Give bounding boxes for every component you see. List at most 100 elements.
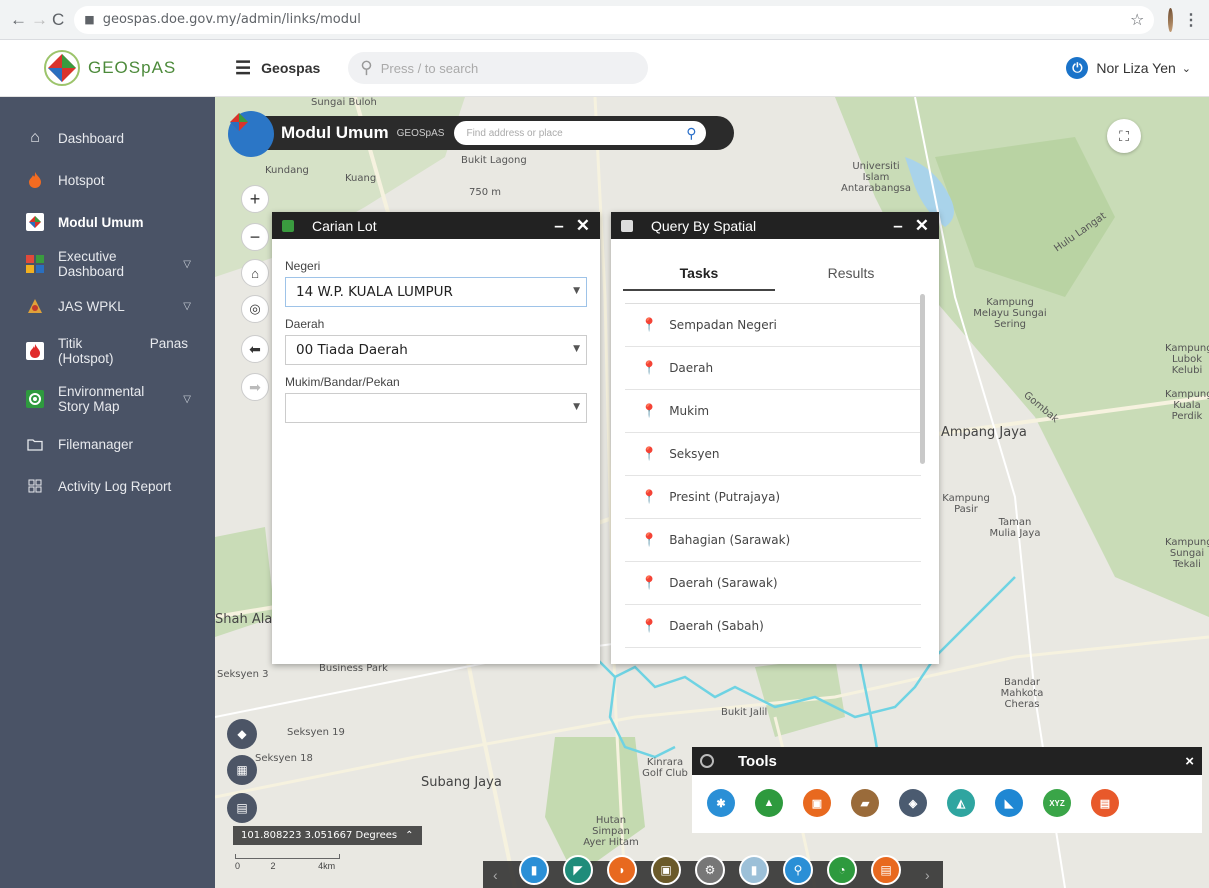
geospas-logo[interactable]: GEOSpAS — [0, 40, 215, 97]
task-item[interactable]: 📍 Daerah (Sarawak) — [625, 562, 921, 605]
user-menu[interactable]: ⏻ Nor Liza Yen ⌄ — [1066, 57, 1191, 79]
logo-text: GEOSpAS — [88, 58, 177, 77]
chevron-up-icon[interactable]: ⌃ — [405, 830, 413, 841]
sidebar-item-label: Dashboard — [58, 130, 125, 146]
analysis-icon[interactable]: ◭ — [947, 789, 975, 817]
menu-toggle-button[interactable]: ☰ Geospas — [235, 58, 320, 79]
map-view[interactable]: Sungai Buloh Bukit Lagong Kuang Kundang … — [215, 97, 1209, 888]
sidebar-item-executive-dashboard[interactable]: Executive Dashboard ▽ — [0, 243, 215, 285]
task-label: Sempadan Negeri — [669, 318, 777, 332]
search-icon[interactable]: ⚲ — [686, 125, 696, 142]
minimize-icon[interactable]: – — [554, 216, 563, 236]
place-label: Kampung Kuala Perdik — [1165, 389, 1209, 422]
dock-book-icon[interactable]: ▮ — [519, 855, 549, 885]
bookmark-star-icon[interactable]: ☆ — [1130, 10, 1144, 29]
address-placeholder: Find address or place — [466, 127, 563, 139]
task-list-scrollbar[interactable] — [920, 294, 925, 464]
sidebar-item-activity-log-report[interactable]: Activity Log Report — [0, 465, 215, 507]
dock-map-icon[interactable]: ◗ — [607, 855, 637, 885]
dock-report-icon[interactable]: ▤ — [871, 855, 901, 885]
sidebar-item-jas-wpkl[interactable]: JAS WPKL ▽ — [0, 285, 215, 327]
table-icon[interactable]: ▤ — [1091, 789, 1119, 817]
sidebar-item-environmental-story-map[interactable]: Environmental Story Map ▽ — [0, 375, 215, 423]
close-icon[interactable]: × — [1185, 753, 1194, 770]
next-extent-icon[interactable]: ➡ — [241, 373, 269, 401]
sidebar-item-label: Executive — [58, 249, 117, 264]
tools-icon — [700, 754, 714, 768]
zoom-out-button[interactable]: − — [241, 223, 269, 251]
tab-results[interactable]: Results — [775, 265, 927, 291]
task-label: Mukim — [669, 404, 710, 418]
reload-icon[interactable]: C — [52, 7, 64, 33]
global-search-input[interactable]: ⚲ Press / to search — [348, 52, 649, 84]
dock-query-icon[interactable]: ▮ — [739, 855, 769, 885]
place-label: Sungai Buloh — [311, 97, 377, 108]
place-label: 750 m — [469, 187, 502, 198]
place-label: Hutan Simpan Ayer Hitam — [583, 815, 639, 848]
dock-right-arrow-icon[interactable]: › — [925, 867, 930, 883]
xyz-icon[interactable]: XYZ — [1043, 789, 1071, 817]
dock-layers-icon[interactable]: ◤ — [563, 855, 593, 885]
dock-left-arrow-icon[interactable]: ‹ — [493, 867, 498, 883]
task-item[interactable]: 📍 Bahagian (Sarawak) — [625, 519, 921, 562]
sidebar-item-label-line2: Dashboard — [58, 264, 125, 279]
logo-mark-icon — [38, 48, 86, 88]
previous-extent-icon[interactable]: ⬅ — [241, 335, 269, 363]
task-item[interactable]: 📍 Daerah — [625, 347, 921, 390]
panel-header[interactable]: Query By Spatial – ✕ — [611, 212, 939, 239]
sidebar-item-titik-panas[interactable]: Titik Panas (Hotspot) — [0, 327, 215, 375]
query-by-spatial-panel: Query By Spatial – ✕ Tasks Results 📍 Semp… — [611, 212, 939, 664]
dock-lot-icon[interactable]: ▣ — [651, 855, 681, 885]
close-icon[interactable]: ✕ — [915, 216, 929, 236]
image-icon[interactable]: ▣ — [803, 789, 831, 817]
layer-tool-icon[interactable]: ◈ — [899, 789, 927, 817]
panel-title: Query By Spatial — [651, 217, 757, 234]
dock-search-icon[interactable]: ⚲ — [783, 855, 813, 885]
scale-label: 2 — [270, 861, 276, 871]
map-subtitle: GEOSpAS — [396, 127, 445, 139]
map-title: Modul Umum — [281, 123, 389, 142]
home-extent-icon[interactable]: ⌂ — [241, 259, 269, 287]
sidebar-item-dashboard[interactable]: ⌂ Dashboard — [0, 117, 215, 159]
place-label: Seksyen 19 — [287, 727, 345, 738]
task-item[interactable]: 📍 Presint (Putrajaya) — [625, 476, 921, 519]
address-bar[interactable]: ■ geospas.doe.gov.my/admin/links/modul ☆ — [74, 5, 1155, 34]
locate-icon[interactable]: ◎ — [241, 295, 269, 323]
sidebar-item-label: Modul Umum — [58, 214, 144, 230]
pin-icon: 📍 — [641, 532, 658, 548]
panel-header[interactable]: Carian Lot – ✕ — [272, 212, 600, 239]
browser-profile-avatar[interactable] — [1168, 7, 1173, 32]
basemap-gallery-icon[interactable]: ◆ — [227, 719, 257, 749]
measure-icon[interactable]: ✱ — [707, 789, 735, 817]
folder-tool-icon[interactable]: ▰ — [851, 789, 879, 817]
task-item[interactable]: 📍 Seksyen — [625, 433, 921, 476]
minimize-icon[interactable]: – — [893, 216, 902, 236]
forward-icon[interactable]: → — [31, 7, 48, 33]
sidebar-item-hotspot[interactable]: Hotspot — [0, 159, 215, 201]
address-search-input[interactable]: Find address or place ⚲ — [454, 121, 707, 145]
task-item[interactable]: 📍 Daerah (Sabah) — [625, 605, 921, 648]
triangle-tool-icon[interactable]: ◣ — [995, 789, 1023, 817]
tab-tasks[interactable]: Tasks — [623, 265, 775, 291]
zoom-in-button[interactable]: + — [241, 185, 269, 213]
dock-tools-icon[interactable]: ⚙ — [695, 855, 725, 885]
mukim-select[interactable]: ▼ — [285, 393, 587, 423]
negeri-select[interactable]: 14 W.P. KUALA LUMPUR ▼ — [285, 277, 587, 307]
tools-header[interactable]: Tools × — [692, 747, 1202, 775]
close-icon[interactable]: ✕ — [576, 216, 590, 236]
print-icon[interactable]: ▤ — [227, 793, 257, 823]
fullscreen-icon[interactable]: ⛶ — [1107, 119, 1141, 153]
layer-list-icon[interactable]: ▦ — [227, 755, 257, 785]
task-list: 📍 Sempadan Negeri 📍 Daerah 📍 Mukim 📍 Seksyen… — [625, 303, 921, 648]
task-item[interactable]: 📍 Mukim — [625, 390, 921, 433]
daerah-select[interactable]: 00 Tiada Daerah ▼ — [285, 335, 587, 365]
task-item[interactable]: 📍 Sempadan Negeri — [625, 304, 921, 347]
sidebar-item-filemanager[interactable]: Filemanager — [0, 423, 215, 465]
back-icon[interactable]: ← — [10, 7, 27, 33]
draw-icon[interactable]: ▲ — [755, 789, 783, 817]
dock-hotspot-icon[interactable]: ◔ — [827, 855, 857, 885]
sidebar-item-modul-umum[interactable]: Modul Umum — [0, 201, 215, 243]
jas-wpkl-icon — [26, 297, 44, 315]
browser-menu-icon[interactable]: ⋮ — [1183, 10, 1199, 30]
place-label: Bukit Lagong — [461, 155, 527, 166]
